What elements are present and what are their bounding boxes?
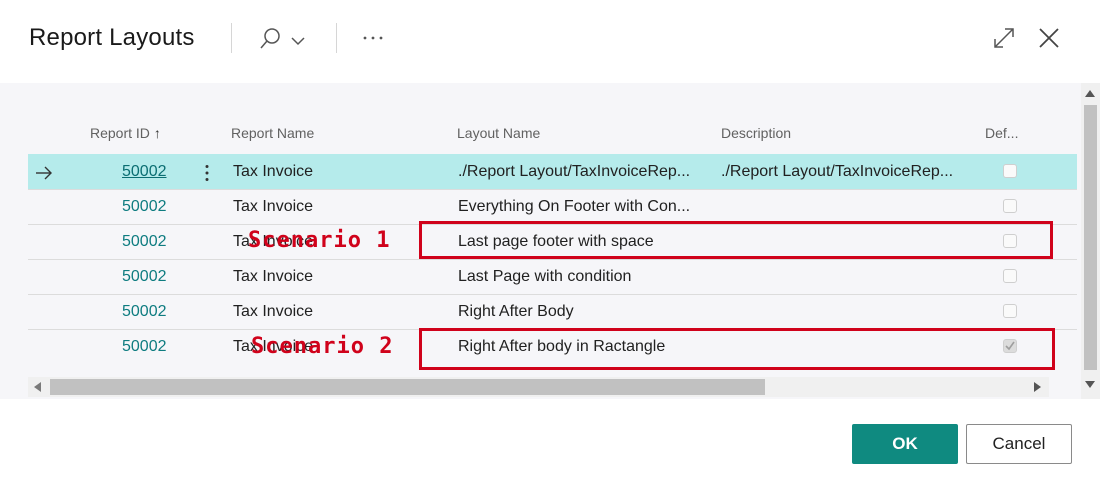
report-id-link[interactable]: 50002: [122, 190, 167, 224]
expand-button[interactable]: [993, 27, 1015, 54]
report-name-cell: Tax Invoice: [233, 268, 314, 285]
current-row-arrow-icon: [36, 166, 52, 180]
table-row[interactable]: 50002 Tax Invoice Right After Body: [28, 294, 1077, 329]
scroll-right-icon[interactable]: [1034, 382, 1042, 392]
layout-name-cell: Everything On Footer with Con...: [458, 198, 691, 215]
column-header-default[interactable]: Def...: [985, 125, 1018, 141]
default-checkbox[interactable]: [1003, 269, 1017, 283]
column-header-report-id[interactable]: Report ID ↑: [90, 125, 161, 141]
scroll-up-icon[interactable]: [1085, 90, 1095, 98]
vertical-scroll-thumb[interactable]: [1084, 105, 1097, 370]
table-row[interactable]: 50002 Tax Invoice Last Page with conditi…: [28, 259, 1077, 294]
vertical-scrollbar[interactable]: [1081, 83, 1100, 399]
description-cell: ./Report Layout/TaxInvoiceRep...: [721, 163, 954, 180]
report-name-cell: Tax Invoice: [233, 198, 314, 215]
header-divider: [231, 23, 232, 53]
table-row[interactable]: 50002 Tax Invoice ./Report Layout/TaxInv…: [28, 154, 1077, 190]
header-divider: [336, 23, 337, 53]
layouts-grid: Report ID ↑ Report Name Layout Name Desc…: [28, 83, 1081, 399]
column-header-report-name[interactable]: Report Name: [231, 125, 314, 141]
dialog-header: Report Layouts: [0, 0, 1100, 82]
default-checkbox[interactable]: [1003, 164, 1017, 178]
scroll-down-icon[interactable]: [1085, 381, 1095, 389]
cancel-button[interactable]: Cancel: [966, 424, 1072, 464]
dialog-content: Report ID ↑ Report Name Layout Name Desc…: [0, 83, 1100, 399]
search-button[interactable]: [259, 26, 309, 57]
sort-ascending-icon: ↑: [153, 125, 161, 141]
scroll-left-icon[interactable]: [34, 382, 42, 392]
ok-button[interactable]: OK: [852, 424, 958, 464]
report-id-link[interactable]: 50002: [122, 330, 167, 364]
close-button[interactable]: [1038, 27, 1060, 54]
row-actions-icon[interactable]: [204, 164, 210, 182]
horizontal-scroll-thumb[interactable]: [50, 379, 765, 395]
close-icon: [1039, 28, 1059, 48]
report-id-link[interactable]: 50002: [122, 225, 167, 259]
layout-name-cell: Right After Body: [458, 303, 574, 320]
search-icon: [260, 28, 305, 49]
scenario-2-label: Scenario 2: [251, 334, 394, 359]
report-name-cell: Tax Invoice: [233, 303, 314, 320]
scenario-1-highlight-box: [419, 221, 1053, 259]
column-header-layout-name[interactable]: Layout Name: [457, 125, 540, 141]
report-name-cell: Tax Invoice: [233, 163, 314, 180]
horizontal-scrollbar[interactable]: [28, 377, 1049, 397]
more-options-button[interactable]: [362, 28, 386, 53]
report-id-link[interactable]: 50002: [122, 155, 167, 189]
scenario-2-highlight-box: [419, 328, 1055, 370]
column-header-description[interactable]: Description: [721, 125, 791, 141]
table-row[interactable]: 50002 Tax Invoice Everything On Footer w…: [28, 189, 1077, 224]
default-checkbox[interactable]: [1003, 304, 1017, 318]
default-checkbox[interactable]: [1003, 199, 1017, 213]
layout-name-cell: ./Report Layout/TaxInvoiceRep...: [458, 163, 691, 180]
dialog-title: Report Layouts: [29, 24, 195, 51]
ellipsis-icon: [363, 36, 383, 40]
report-id-link[interactable]: 50002: [122, 260, 167, 294]
scenario-1-label: Scenario 1: [248, 228, 391, 253]
layout-name-cell: Last Page with condition: [458, 268, 632, 285]
expand-icon: [994, 28, 1014, 48]
report-id-link[interactable]: 50002: [122, 295, 167, 329]
